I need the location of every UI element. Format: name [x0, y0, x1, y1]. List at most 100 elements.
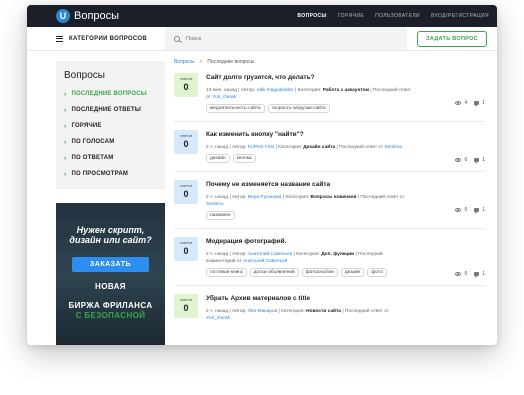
question-title[interactable]: Модерация фотографий.	[206, 238, 485, 245]
ad-order-button[interactable]: ЗАКАЗАТЬ	[72, 257, 149, 272]
question-item: ответов 0 Как изменить кнопку "найти"? 2…	[174, 130, 485, 164]
app-window: U Вопросы ВОПРОСЫ ГОРЯЧИЕ ПОЛЬЗОВАТЕЛИ В…	[27, 5, 497, 345]
categories-button[interactable]: КАТЕГОРИИ ВОПРОСОВ	[27, 27, 165, 50]
search-input[interactable]	[186, 35, 336, 42]
author-label: Автор:	[232, 252, 247, 257]
comment-icon	[474, 208, 480, 214]
views-count: 5	[464, 271, 468, 277]
nav-questions[interactable]: ВОПРОСЫ	[297, 13, 326, 19]
category-label: Категория:	[281, 309, 305, 314]
tag[interactable]: скорость-загрузки-сайта	[267, 104, 330, 113]
last-comment-user[interactable]: Анатолий Савельев	[243, 259, 287, 264]
main-area: Вопросы › ПОСЛЕДНИЕ ВОПРОСЫ › ПОСЛЕДНИЕ ОТ…	[27, 51, 497, 345]
nav-users[interactable]: ПОЛЬЗОВАТЕЛИ	[375, 13, 420, 19]
author-link[interactable]: rakli magiakeldze	[257, 88, 294, 93]
chevron-right-icon: ›	[64, 106, 67, 114]
question-stats: 5 1	[455, 207, 485, 214]
sidebar-item-label: ГОРЯЧИЕ	[71, 123, 102, 129]
question-title[interactable]: Как изменить кнопку "найти"?	[206, 131, 485, 138]
eye-icon	[455, 101, 462, 105]
comments-stat: 1	[474, 157, 485, 164]
sidebar-item-by-answers[interactable]: › ПО ОТВЕТАМ	[64, 150, 165, 166]
question-item: ответов 0 Убрать Архив материалов с titl…	[174, 294, 485, 322]
views-count: 5	[464, 207, 468, 213]
answers-count: 0	[183, 139, 189, 149]
chevron-right-icon: ›	[64, 138, 67, 146]
sidebar-item-latest-questions[interactable]: › ПОСЛЕДНИЕ ВОПРОСЫ	[64, 86, 165, 102]
category-label: Категория:	[297, 88, 322, 93]
question-item: ответов 0 Модерация фотографий. 2 ч. наз…	[174, 237, 485, 278]
sidebar-item-hot[interactable]: › ГОРЯЧИЕ	[64, 118, 165, 134]
breadcrumb-current: Последние вопросы	[207, 59, 255, 65]
category-link[interactable]: Дизайн сайта	[303, 145, 335, 150]
nav-hot[interactable]: ГОРЯЧИЕ	[338, 13, 364, 19]
views-stat: 4	[455, 100, 467, 106]
views-stat: 6	[455, 157, 467, 163]
answers-count: 0	[183, 246, 189, 256]
last-answer-user[interactable]: Yuri_Gerak	[212, 95, 236, 100]
tag[interactable]: фотоальбом	[301, 268, 338, 277]
comments-count: 1	[482, 271, 485, 277]
tag[interactable]: дизайн	[206, 154, 230, 163]
tag[interactable]: медлительность-сайта	[206, 104, 265, 113]
author-link[interactable]: Анатолий Савельев	[248, 252, 292, 257]
question-title[interactable]: Сайт долго грузится, что делать?	[206, 74, 485, 81]
question-time: 2 ч. назад	[206, 195, 229, 200]
last-answer-user[interactable]: Yuri_Gerak	[206, 316, 230, 321]
sidebar-item-by-votes[interactable]: › ПО ГОЛОСАМ	[64, 134, 165, 150]
tag[interactable]: дизайн	[340, 268, 365, 277]
tag[interactable]: фото	[367, 268, 387, 277]
category-label: Категория:	[278, 145, 302, 150]
author-link[interactable]: Лео Макаров	[248, 309, 277, 314]
tag[interactable]: кнопка	[232, 154, 256, 163]
question-meta: 2 ч. назад | Автор: Лео Макаров | Катего…	[206, 309, 389, 321]
question-time: 2 ч. назад	[206, 252, 229, 257]
question-meta: 2 ч. назад | Автор: Вера Русанова | Кате…	[206, 195, 405, 207]
question-stats: 5 1	[455, 271, 485, 278]
question-time: 2 ч. назад	[206, 309, 229, 314]
site-title[interactable]: Вопросы	[74, 10, 119, 22]
answers-count: 0	[183, 82, 189, 92]
ad-banner[interactable]: Нужен скрипт, дизайн или сайт? ЗАКАЗАТЬ …	[56, 203, 165, 345]
category-link[interactable]: Новости сайта	[306, 309, 341, 314]
sidebar-title: Вопросы	[64, 70, 105, 81]
category-link[interactable]: Работа с аккаунтом	[323, 88, 369, 93]
logo-icon[interactable]: U	[56, 9, 70, 23]
tag[interactable]: доска-объявлений	[249, 268, 299, 277]
last-answer-user[interactable]: Sentimo	[385, 145, 403, 150]
views-stat: 5	[455, 207, 467, 213]
answers-count-badge: ответов 0	[174, 180, 198, 204]
tag-list: название	[206, 211, 485, 220]
eye-icon	[455, 208, 462, 212]
author-label: Автор:	[232, 195, 247, 200]
breadcrumb-home[interactable]: Вопросы	[174, 59, 194, 65]
answers-count-badge: ответов 0	[174, 294, 198, 318]
tag-list: дизайн кнопка	[206, 154, 485, 163]
search-box[interactable]	[165, 27, 408, 50]
question-time: 13 мин. назад	[206, 88, 237, 93]
ask-question-button[interactable]: ЗАДАТЬ ВОПРОС	[417, 30, 487, 47]
question-item: ответов 0 Почему не изменяется название …	[174, 180, 485, 220]
chevron-right-icon: ›	[64, 170, 67, 178]
question-body: Убрать Архив материалов с title 2 ч. наз…	[206, 294, 485, 322]
views-stat: 5	[455, 271, 467, 277]
categories-label: КАТЕГОРИИ ВОПРОСОВ	[69, 35, 147, 42]
divider	[174, 121, 485, 122]
author-link[interactable]: Вера Русанова	[248, 195, 282, 200]
comments-stat: 1	[474, 100, 485, 107]
sidebar-item-by-views[interactable]: › ПО ПРОСМОТРАМ	[64, 166, 165, 182]
tag[interactable]: название	[206, 211, 235, 220]
ad-text: НОВАЯ	[95, 282, 126, 291]
tag-list: гостевая-книга доска-объявлений фотоальб…	[206, 268, 485, 277]
nav-login[interactable]: ВХОД/РЕГИСТРАЦИЯ	[431, 13, 489, 19]
question-title[interactable]: Почему не изменяется название сайта	[206, 181, 485, 188]
author-link[interactable]: KriPton First	[248, 145, 274, 150]
category-link[interactable]: Вопросы новичков	[311, 195, 357, 200]
category-link[interactable]: Доп. функции	[321, 252, 354, 257]
last-answer-user[interactable]: Sentimo	[206, 202, 224, 207]
tag[interactable]: гостевая-книга	[206, 268, 247, 277]
search-icon	[174, 35, 180, 42]
question-title[interactable]: Убрать Архив материалов с title	[206, 295, 485, 302]
divider	[174, 285, 485, 286]
sidebar-item-latest-answers[interactable]: › ПОСЛЕДНИЕ ОТВЕТЫ	[64, 102, 165, 118]
